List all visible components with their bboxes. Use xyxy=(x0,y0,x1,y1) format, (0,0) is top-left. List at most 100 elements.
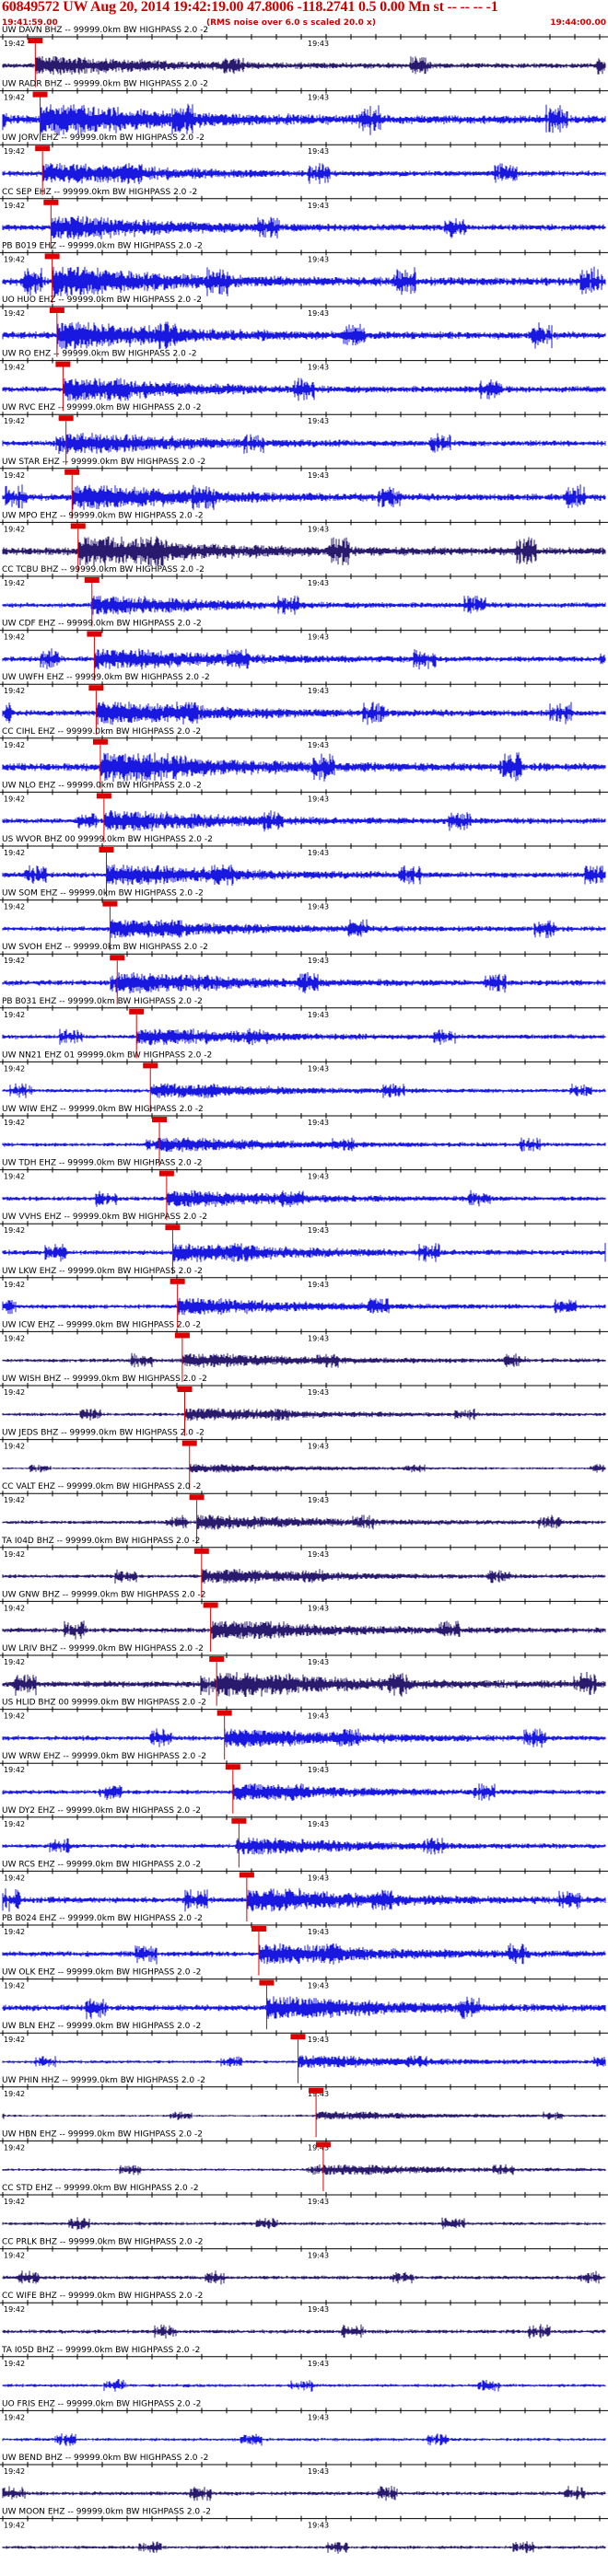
pick-marker xyxy=(290,2034,306,2040)
time-label-mid: 19:43 xyxy=(308,1226,329,1235)
waveform-trace xyxy=(2,1943,606,1965)
pick-marker xyxy=(99,847,114,853)
time-label-left: 19:42 xyxy=(4,1011,25,1019)
time-label-mid: 19:43 xyxy=(308,2036,329,2044)
waveform-trace xyxy=(2,163,606,185)
waveform-trace xyxy=(2,919,606,938)
time-label-left: 19:42 xyxy=(4,1119,25,1127)
pick-marker xyxy=(216,1710,232,1716)
station-row: UW DY2 EHZ -- 99999.0km BW HIGHPASS 2.0 … xyxy=(0,1806,608,1868)
station-label: UW CDF EHZ -- 99999.0km BW HIGHPASS 2.0 … xyxy=(2,620,202,629)
station-row: TA I05D BHZ -- 99999.0km BW HIGHPASS 2.0… xyxy=(0,2346,608,2392)
pick-marker xyxy=(259,1979,275,1986)
station-row: US WVOR BHZ 00 99999.0km BW HIGHPASS 2.0… xyxy=(0,835,608,897)
time-label-mid: 19:43 xyxy=(308,1173,329,1181)
time-label-mid: 19:43 xyxy=(308,2252,329,2260)
time-label-mid: 19:43 xyxy=(308,525,329,533)
station-row: UW MOON EHZ -- 99999.0km BW HIGHPASS 2.0… xyxy=(0,2508,608,2554)
time-label-left: 19:42 xyxy=(4,2360,25,2368)
time-label-left: 19:42 xyxy=(4,94,25,102)
station-label: US HLID BHZ 00 99999.0km BW HIGHPASS 2.0… xyxy=(2,1699,206,1708)
station-row: CC STD EHZ -- 99999.0km BW HIGHPASS 2.0 … xyxy=(0,2184,608,2231)
pick-marker xyxy=(181,1440,197,1446)
waveform-trace xyxy=(2,2433,606,2446)
time-label-mid: 19:43 xyxy=(308,1658,329,1666)
station-row: UW PHIN HHZ -- 99999.0km BW HIGHPASS 2.0… xyxy=(0,2076,608,2138)
pick-marker xyxy=(152,1117,168,1122)
time-label-mid: 19:43 xyxy=(308,795,329,803)
waveform-trace xyxy=(2,1620,606,1640)
station-label: CC VALT EHZ -- 99999.0km BW HIGHPASS 2.0… xyxy=(2,1482,201,1491)
station-row: CC CIHL EHZ -- 99999.0km BW HIGHPASS 2.0… xyxy=(0,727,608,789)
waveform-trace xyxy=(2,2379,606,2392)
waveform-trace xyxy=(2,1137,606,1153)
station-row: UW HBN EHZ -- 99999.0km BW HIGHPASS 2.0 … xyxy=(0,2129,608,2191)
station-label: UW MPO EHZ -- 99999.0km BW HIGHPASS 2.0 … xyxy=(2,511,204,520)
station-row: UW WRW EHZ -- 99999.0km BW HIGHPASS 2.0 … xyxy=(0,1752,608,1814)
pick-marker xyxy=(44,253,60,260)
time-label-mid: 19:43 xyxy=(308,1766,329,1774)
time-label-left: 19:42 xyxy=(4,2413,25,2421)
pick-marker xyxy=(251,1926,266,1932)
station-row: UW TDH EHZ -- 99999.0km BW HIGHPASS 2.0 … xyxy=(0,1159,608,1221)
pick-marker xyxy=(70,523,86,529)
pick-marker xyxy=(177,1387,193,1392)
time-label-left: 19:42 xyxy=(4,1928,25,1936)
waveform-trace xyxy=(2,2217,606,2231)
waveform-trace xyxy=(2,103,606,135)
waveform-trace xyxy=(2,1083,606,1098)
time-label-mid: 19:43 xyxy=(308,1281,329,1289)
station-row: UW SVOH EHZ -- 99999.0km BW HIGHPASS 2.0… xyxy=(0,943,608,1004)
time-label-left: 19:42 xyxy=(4,202,25,210)
pick-marker xyxy=(231,1817,247,1824)
pick-marker xyxy=(32,91,48,98)
time-label-left: 19:42 xyxy=(4,957,25,965)
time-label-mid: 19:43 xyxy=(308,2522,329,2530)
time-label-left: 19:42 xyxy=(4,795,25,803)
waveform-trace xyxy=(2,1837,606,1855)
station-row: UW OLK EHZ -- 99999.0km BW HIGHPASS 2.0 … xyxy=(0,1968,608,2030)
station-row: UW GNW BHZ -- 99999.0km BW HIGHPASS 2.0 … xyxy=(0,1590,608,1652)
time-label-left: 19:42 xyxy=(4,40,25,48)
station-row: US HLID BHZ 00 99999.0km BW HIGHPASS 2.0… xyxy=(0,1699,608,1760)
time-label-left: 19:42 xyxy=(4,147,25,156)
time-label-left: 19:42 xyxy=(4,2467,25,2476)
station-row: UO FRIS EHZ -- 99999.0km BW HIGHPASS 2.0… xyxy=(0,2399,608,2446)
waveform-trace xyxy=(2,2486,606,2501)
time-label-left: 19:42 xyxy=(4,579,25,587)
time-label-mid: 19:43 xyxy=(308,202,329,210)
waveform-trace xyxy=(2,1514,606,1530)
time-label-left: 19:42 xyxy=(4,1712,25,1721)
pick-marker xyxy=(189,1494,205,1501)
waveform-trace xyxy=(2,377,606,401)
time-label-mid: 19:43 xyxy=(308,1550,329,1559)
time-label-mid: 19:43 xyxy=(308,687,329,695)
pick-marker xyxy=(315,2141,331,2148)
waveform-trace xyxy=(2,1464,606,1473)
station-label: UW TDH EHZ -- 99999.0km BW HIGHPASS 2.0 … xyxy=(2,1159,203,1168)
time-label-left: 19:42 xyxy=(4,1388,25,1397)
waveform-trace xyxy=(2,1887,606,1912)
waveform-trace xyxy=(2,433,606,454)
time-label-mid: 19:43 xyxy=(308,1928,329,1936)
time-label-left: 19:42 xyxy=(4,2036,25,2044)
station-label: US WVOR BHZ 00 99999.0km BW HIGHPASS 2.0… xyxy=(2,835,213,844)
station-label: UW NLO EHZ -- 99999.0km BW HIGHPASS 2.0 … xyxy=(2,781,202,790)
time-label-mid: 19:43 xyxy=(308,1982,329,1990)
waveform-trace xyxy=(2,1352,606,1368)
pick-marker xyxy=(170,1278,185,1284)
waveform-trace xyxy=(2,2055,606,2069)
station-row: UW RVC EHZ -- 99999.0km BW HIGHPASS 2.0 … xyxy=(0,403,608,465)
waveform-trace xyxy=(2,1297,606,1316)
station-row: CC SEP EHZ -- 99999.0km BW HIGHPASS 2.0 … xyxy=(0,188,608,249)
waveform-trace xyxy=(2,1408,606,1421)
station-label: UW SVOH EHZ -- 99999.0km BW HIGHPASS 2.0… xyxy=(2,943,208,952)
time-label-mid: 19:43 xyxy=(308,94,329,102)
waveform-trace xyxy=(2,1672,606,1697)
time-label-left: 19:42 xyxy=(4,2090,25,2098)
station-label: PB B031 EHZ -- 99999.0km BW HIGHPASS 2.0… xyxy=(2,997,203,1006)
station-row: UW RCS EHZ -- 99999.0km BW HIGHPASS 2.0 … xyxy=(0,1860,608,1921)
station-row: UW RO EHZ -- 99999.0km BW HIGHPASS 2.0 -… xyxy=(0,350,608,412)
time-label-mid: 19:43 xyxy=(308,957,329,965)
waveform-trace xyxy=(2,864,606,886)
